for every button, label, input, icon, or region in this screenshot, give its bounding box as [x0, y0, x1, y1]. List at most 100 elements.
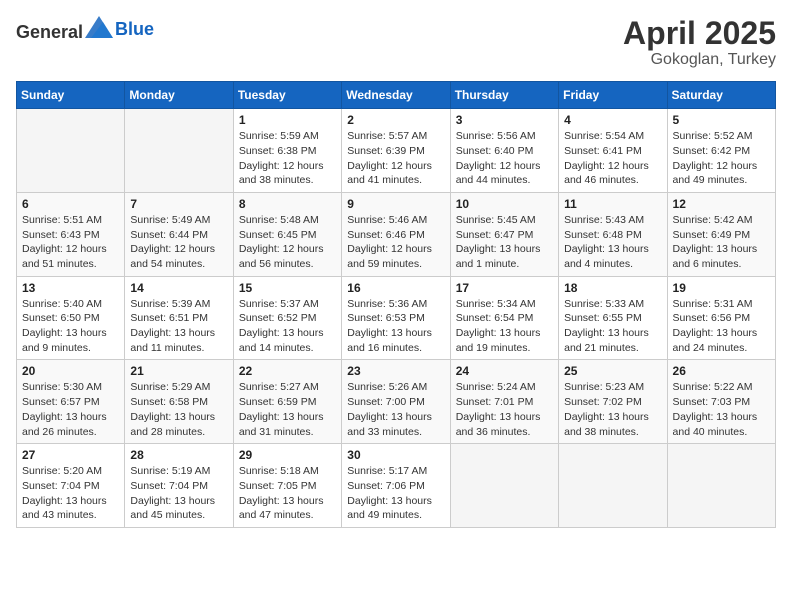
calendar-cell [17, 109, 125, 193]
calendar-week-3: 13 Sunrise: 5:40 AM Sunset: 6:50 PM Dayli… [17, 276, 776, 360]
day-number: 23 [347, 364, 444, 378]
weekday-header-thursday: Thursday [450, 82, 558, 109]
day-number: 13 [22, 281, 119, 295]
day-info: Sunrise: 5:23 AM Sunset: 7:02 PM Dayligh… [564, 381, 649, 437]
day-info: Sunrise: 5:29 AM Sunset: 6:58 PM Dayligh… [130, 381, 215, 437]
calendar-cell: 16Sunrise: 5:36 AM Sunset: 6:53 PM Dayli… [342, 276, 450, 360]
calendar-cell: 6 Sunrise: 5:51 AM Sunset: 6:43 PM Daylig… [17, 192, 125, 276]
day-info: Sunrise: 5:19 AM Sunset: 7:04 PM Dayligh… [130, 465, 215, 521]
day-number: 14 [130, 281, 227, 295]
day-info: Sunrise: 5:27 AM Sunset: 6:59 PM Dayligh… [239, 381, 324, 437]
weekday-header-wednesday: Wednesday [342, 82, 450, 109]
day-info: Sunrise: 5:57 AM Sunset: 6:39 PM Dayligh… [347, 130, 432, 186]
day-number: 28 [130, 448, 227, 462]
weekday-header-monday: Monday [125, 82, 233, 109]
location-title: Gokoglan, Turkey [623, 51, 776, 69]
calendar-cell: 7Sunrise: 5:49 AM Sunset: 6:44 PM Daylig… [125, 192, 233, 276]
calendar-week-4: 20Sunrise: 5:30 AM Sunset: 6:57 PM Dayli… [17, 360, 776, 444]
weekday-header-sunday: Sunday [17, 82, 125, 109]
calendar-cell: 20Sunrise: 5:30 AM Sunset: 6:57 PM Dayli… [17, 360, 125, 444]
calendar-cell: 30 Sunrise: 5:17 AM Sunset: 7:06 PM Dayli… [342, 444, 450, 528]
calendar-cell: 28 Sunrise: 5:19 AM Sunset: 7:04 PM Dayli… [125, 444, 233, 528]
weekday-header-friday: Friday [559, 82, 667, 109]
calendar-cell: 8Sunrise: 5:48 AM Sunset: 6:45 PM Daylig… [233, 192, 341, 276]
day-number: 19 [673, 281, 770, 295]
calendar-cell: 23 Sunrise: 5:26 AM Sunset: 7:00 PM Dayli… [342, 360, 450, 444]
day-number: 12 [673, 197, 770, 211]
day-info: Sunrise: 5:33 AM Sunset: 6:55 PM Dayligh… [564, 298, 649, 354]
logo-blue: Blue [115, 19, 154, 39]
day-number: 2 [347, 113, 444, 127]
calendar-cell: 17 Sunrise: 5:34 AM Sunset: 6:54 PM Dayli… [450, 276, 558, 360]
day-number: 29 [239, 448, 336, 462]
calendar-cell: 11 Sunrise: 5:43 AM Sunset: 6:48 PM Dayli… [559, 192, 667, 276]
weekday-header-saturday: Saturday [667, 82, 775, 109]
calendar-cell: 19 Sunrise: 5:31 AM Sunset: 6:56 PM Dayli… [667, 276, 775, 360]
day-info: Sunrise: 5:54 AM Sunset: 6:41 PM Dayligh… [564, 130, 649, 186]
calendar-week-1: 1Sunrise: 5:59 AM Sunset: 6:38 PM Daylig… [17, 109, 776, 193]
day-number: 11 [564, 197, 661, 211]
day-info: Sunrise: 5:48 AM Sunset: 6:45 PM Dayligh… [239, 214, 324, 270]
calendar-cell: 3Sunrise: 5:56 AM Sunset: 6:40 PM Daylig… [450, 109, 558, 193]
day-number: 10 [456, 197, 553, 211]
day-number: 27 [22, 448, 119, 462]
calendar-cell: 1Sunrise: 5:59 AM Sunset: 6:38 PM Daylig… [233, 109, 341, 193]
logo: General Blue [16, 16, 154, 43]
calendar-cell: 2 Sunrise: 5:57 AM Sunset: 6:39 PM Daylig… [342, 109, 450, 193]
day-number: 25 [564, 364, 661, 378]
calendar-cell: 25 Sunrise: 5:23 AM Sunset: 7:02 PM Dayli… [559, 360, 667, 444]
day-number: 30 [347, 448, 444, 462]
day-number: 4 [564, 113, 661, 127]
day-info: Sunrise: 5:17 AM Sunset: 7:06 PM Dayligh… [347, 465, 432, 521]
calendar-week-5: 27 Sunrise: 5:20 AM Sunset: 7:04 PM Dayli… [17, 444, 776, 528]
title-block: April 2025 Gokoglan, Turkey [623, 16, 776, 69]
day-info: Sunrise: 5:43 AM Sunset: 6:48 PM Dayligh… [564, 214, 649, 270]
day-number: 22 [239, 364, 336, 378]
calendar-cell: 12 Sunrise: 5:42 AM Sunset: 6:49 PM Dayli… [667, 192, 775, 276]
day-number: 6 [22, 197, 119, 211]
day-number: 3 [456, 113, 553, 127]
day-number: 17 [456, 281, 553, 295]
day-number: 26 [673, 364, 770, 378]
day-info: Sunrise: 5:18 AM Sunset: 7:05 PM Dayligh… [239, 465, 324, 521]
calendar-cell: 5 Sunrise: 5:52 AM Sunset: 6:42 PM Daylig… [667, 109, 775, 193]
calendar-cell: 15Sunrise: 5:37 AM Sunset: 6:52 PM Dayli… [233, 276, 341, 360]
calendar-cell: 13 Sunrise: 5:40 AM Sunset: 6:50 PM Dayli… [17, 276, 125, 360]
day-info: Sunrise: 5:34 AM Sunset: 6:54 PM Dayligh… [456, 298, 541, 354]
calendar-cell [559, 444, 667, 528]
calendar-cell: 29 Sunrise: 5:18 AM Sunset: 7:05 PM Dayli… [233, 444, 341, 528]
day-number: 5 [673, 113, 770, 127]
page-header: General Blue April 2025 Gokoglan, Turkey [16, 16, 776, 69]
calendar-week-2: 6 Sunrise: 5:51 AM Sunset: 6:43 PM Daylig… [17, 192, 776, 276]
day-info: Sunrise: 5:42 AM Sunset: 6:49 PM Dayligh… [673, 214, 758, 270]
calendar-cell: 22 Sunrise: 5:27 AM Sunset: 6:59 PM Dayli… [233, 360, 341, 444]
day-info: Sunrise: 5:39 AM Sunset: 6:51 PM Dayligh… [130, 298, 215, 354]
day-info: Sunrise: 5:20 AM Sunset: 7:04 PM Dayligh… [22, 465, 107, 521]
day-number: 20 [22, 364, 119, 378]
day-info: Sunrise: 5:52 AM Sunset: 6:42 PM Dayligh… [673, 130, 758, 186]
day-info: Sunrise: 5:31 AM Sunset: 6:56 PM Dayligh… [673, 298, 758, 354]
calendar-cell [667, 444, 775, 528]
day-info: Sunrise: 5:51 AM Sunset: 6:43 PM Dayligh… [22, 214, 107, 270]
month-title: April 2025 [623, 16, 776, 51]
day-info: Sunrise: 5:26 AM Sunset: 7:00 PM Dayligh… [347, 381, 432, 437]
day-number: 7 [130, 197, 227, 211]
calendar-cell [125, 109, 233, 193]
day-number: 15 [239, 281, 336, 295]
calendar-cell: 18 Sunrise: 5:33 AM Sunset: 6:55 PM Dayli… [559, 276, 667, 360]
day-info: Sunrise: 5:46 AM Sunset: 6:46 PM Dayligh… [347, 214, 432, 270]
calendar-cell: 9 Sunrise: 5:46 AM Sunset: 6:46 PM Daylig… [342, 192, 450, 276]
day-number: 24 [456, 364, 553, 378]
calendar-cell: 4 Sunrise: 5:54 AM Sunset: 6:41 PM Daylig… [559, 109, 667, 193]
day-number: 18 [564, 281, 661, 295]
weekday-header-tuesday: Tuesday [233, 82, 341, 109]
calendar-cell [450, 444, 558, 528]
calendar-cell: 26Sunrise: 5:22 AM Sunset: 7:03 PM Dayli… [667, 360, 775, 444]
weekday-header-row: SundayMondayTuesdayWednesdayThursdayFrid… [17, 82, 776, 109]
day-number: 9 [347, 197, 444, 211]
day-info: Sunrise: 5:40 AM Sunset: 6:50 PM Dayligh… [22, 298, 107, 354]
day-number: 21 [130, 364, 227, 378]
day-info: Sunrise: 5:36 AM Sunset: 6:53 PM Dayligh… [347, 298, 432, 354]
calendar-table: SundayMondayTuesdayWednesdayThursdayFrid… [16, 81, 776, 528]
logo-icon [85, 16, 113, 38]
